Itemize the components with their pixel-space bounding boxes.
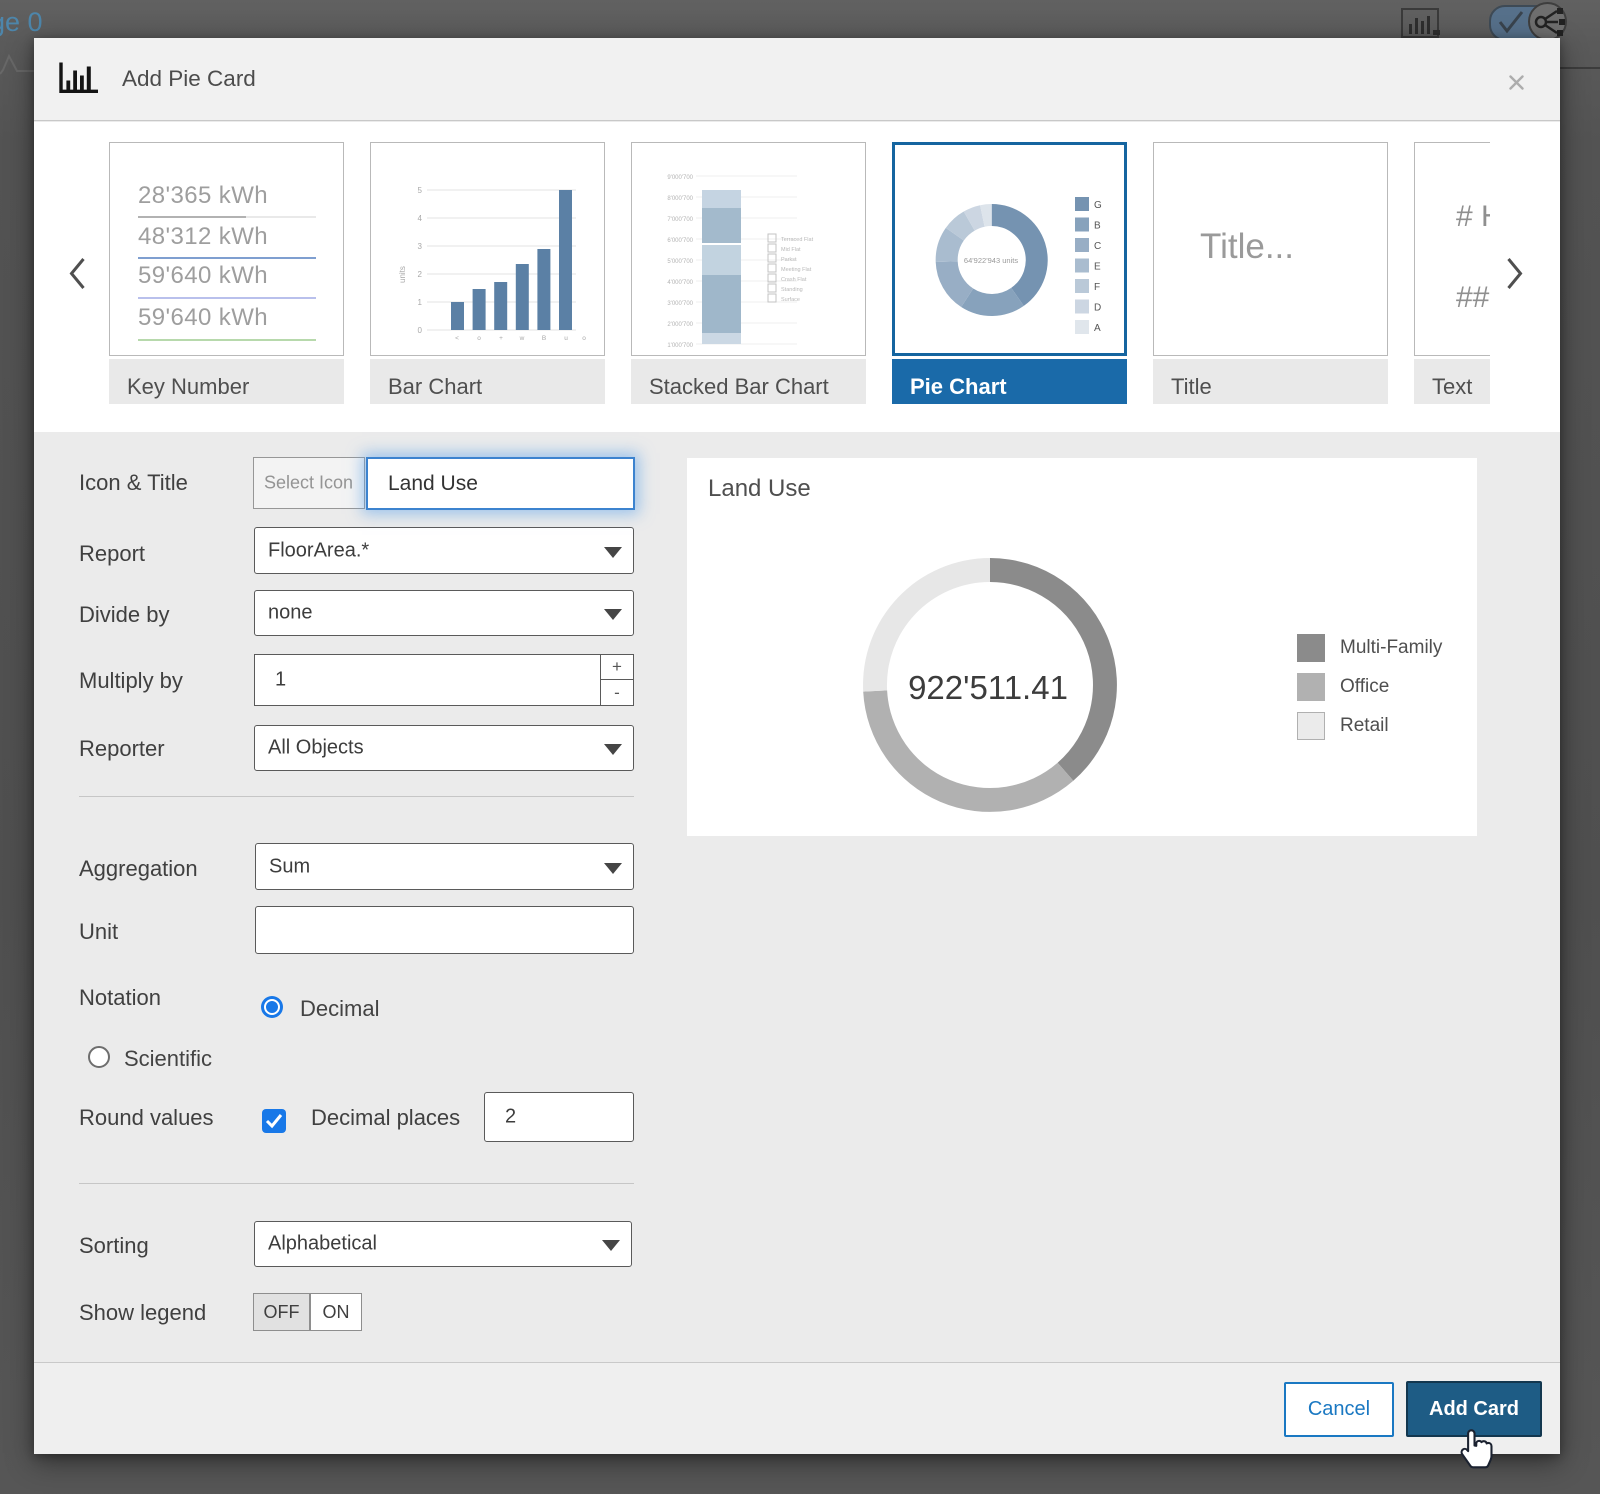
svg-text:3'000'700: 3'000'700	[667, 301, 693, 307]
svg-text:Surface: Surface	[781, 297, 800, 303]
svg-text:8'000'700: 8'000'700	[667, 196, 693, 202]
svg-text:B: B	[1094, 221, 1101, 232]
svg-text:5'000'700: 5'000'700	[667, 259, 693, 265]
svg-text:2'000'700: 2'000'700	[667, 322, 693, 328]
svg-text:o: o	[582, 335, 586, 342]
svg-text:A: A	[1094, 323, 1101, 334]
svg-text:units: units	[398, 266, 407, 283]
svg-text:5: 5	[418, 186, 423, 195]
svg-text:G: G	[1094, 200, 1102, 211]
svg-text:o: o	[477, 335, 481, 342]
svg-text:B: B	[542, 335, 546, 342]
svg-text:Parkst: Parkst	[781, 257, 797, 263]
svg-text:6'000'700: 6'000'700	[667, 238, 693, 244]
svg-text:1'000'700: 1'000'700	[667, 343, 693, 349]
svg-text:4: 4	[418, 214, 423, 223]
svg-text:0: 0	[418, 326, 423, 335]
svg-text:w: w	[519, 335, 525, 342]
svg-text:2: 2	[418, 270, 423, 279]
svg-text:u: u	[564, 335, 568, 342]
svg-text:E: E	[1094, 262, 1101, 273]
svg-text:F: F	[1094, 282, 1100, 293]
svg-text:3: 3	[418, 242, 423, 251]
svg-text:64'922'943 units: 64'922'943 units	[964, 256, 1018, 265]
svg-text:4'000'700: 4'000'700	[667, 280, 693, 286]
svg-text:7'000'700: 7'000'700	[667, 217, 693, 223]
svg-text:D: D	[1094, 303, 1101, 314]
svg-text:9'000'700: 9'000'700	[667, 175, 693, 181]
svg-text:1: 1	[418, 298, 423, 307]
svg-text:Mid Flat: Mid Flat	[781, 247, 801, 253]
svg-text:+: +	[499, 335, 503, 342]
svg-text:Terraced Flat: Terraced Flat	[781, 237, 814, 243]
svg-text:<: <	[455, 335, 459, 342]
svg-text:C: C	[1094, 241, 1101, 252]
svg-text:Meeting Flat: Meeting Flat	[781, 267, 812, 273]
svg-text:Crash Flat: Crash Flat	[781, 277, 807, 283]
svg-text:Standing: Standing	[781, 287, 803, 293]
